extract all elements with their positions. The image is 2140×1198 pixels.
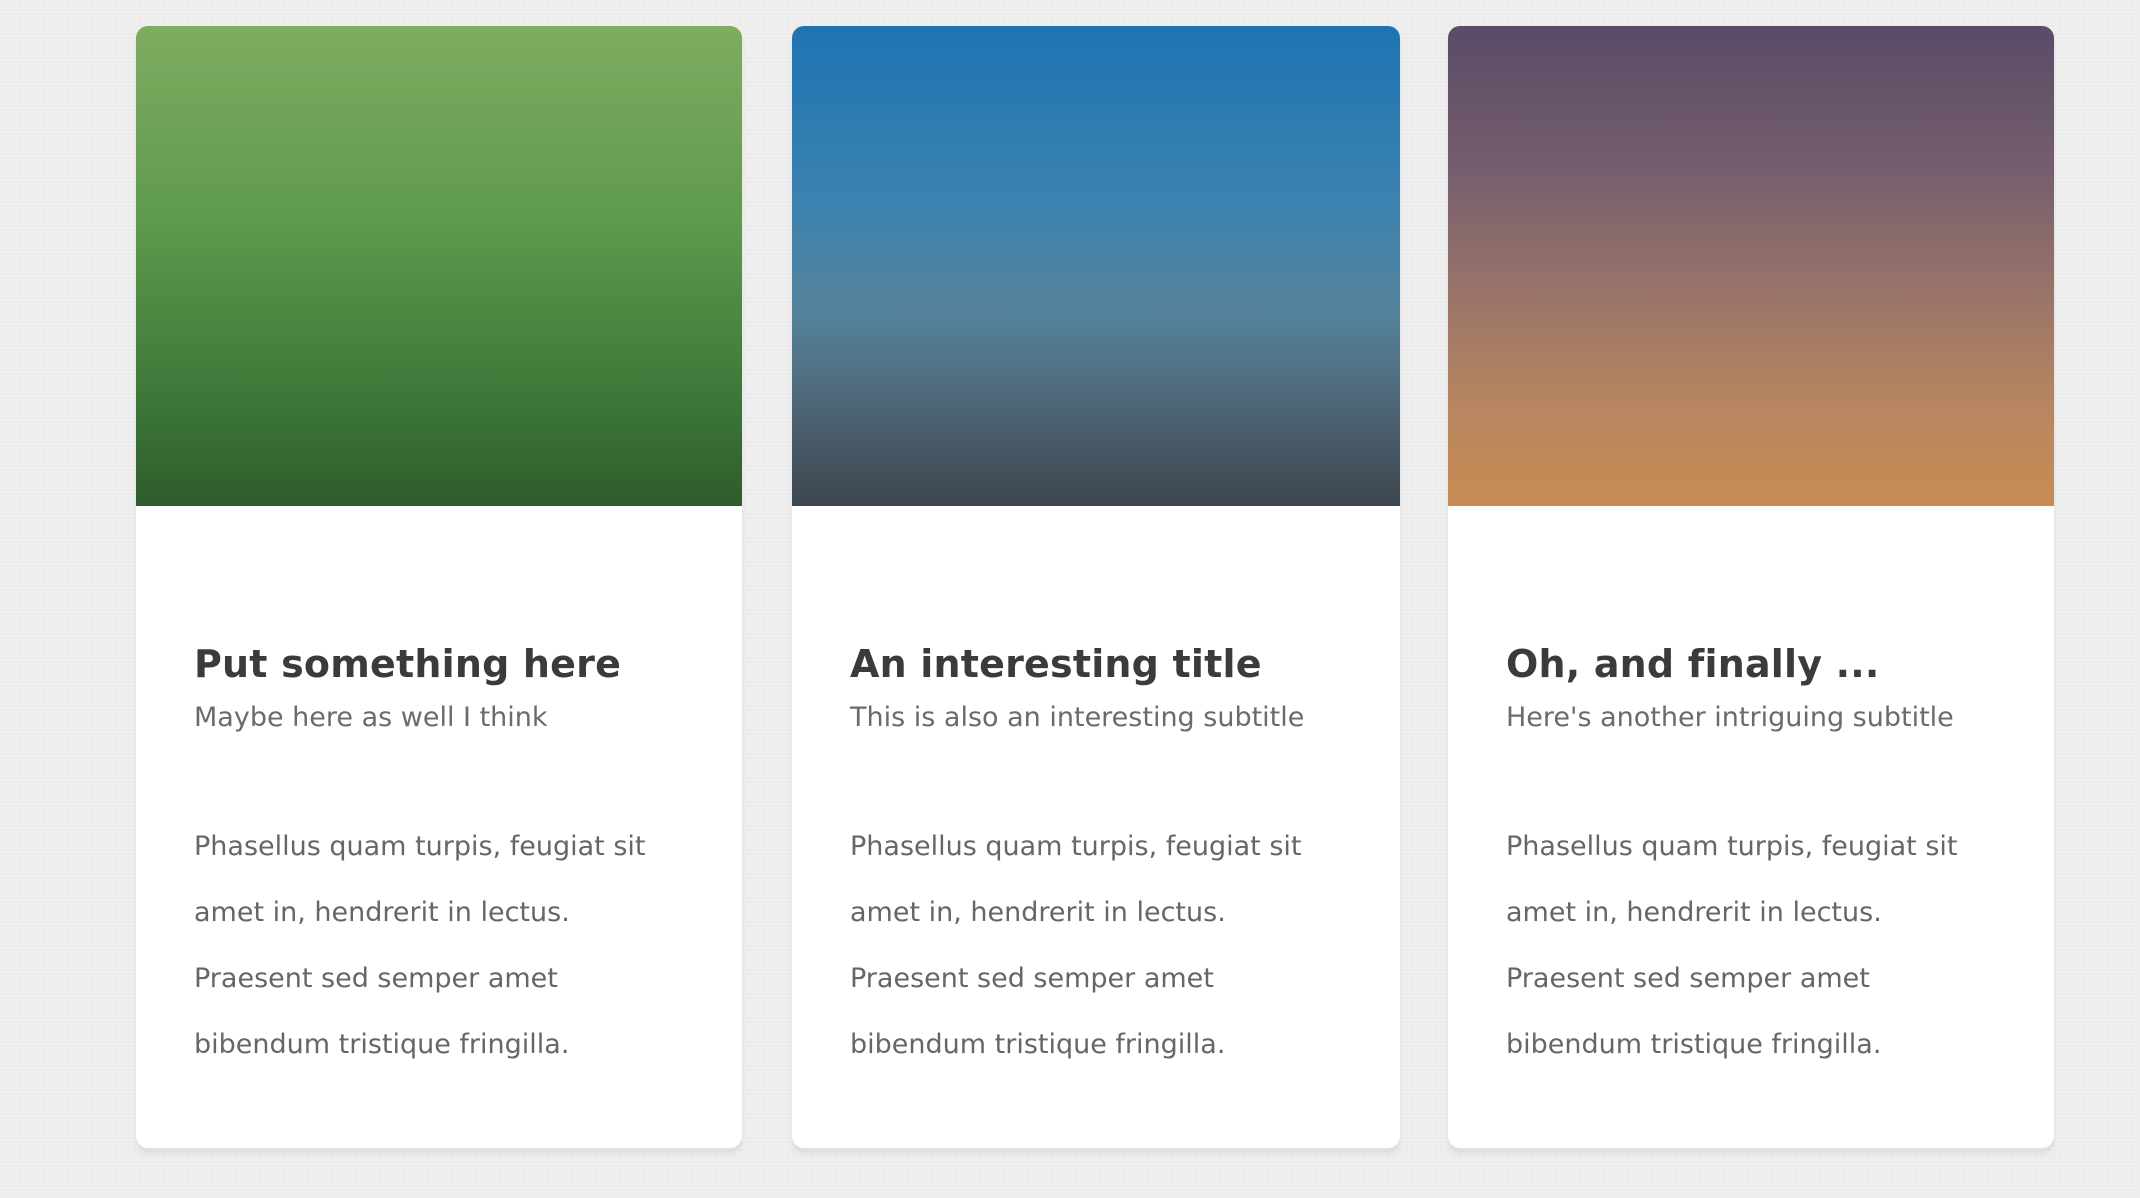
card-body: An interesting title This is also an int… — [792, 506, 1400, 1078]
card-image — [792, 26, 1400, 506]
card-text: Phasellus quam turpis, feugiat sit amet … — [850, 831, 1302, 1060]
card-grid: Put something here Maybe here as well I … — [136, 26, 2056, 1150]
card-subtitle: Here's another intriguing subtitle — [1506, 702, 1954, 733]
card-3[interactable]: Oh, and finally ... Here's another intri… — [1448, 26, 2054, 1148]
card-text: Phasellus quam turpis, feugiat sit amet … — [1506, 831, 1958, 1060]
card-2[interactable]: An interesting title This is also an int… — [792, 26, 1400, 1148]
card-body: Put something here Maybe here as well I … — [136, 506, 742, 1078]
card-image — [136, 26, 742, 506]
card-text: Phasellus quam turpis, feugiat sit amet … — [194, 831, 646, 1060]
card-title: Put something here — [194, 642, 622, 686]
card-title: Oh, and finally ... — [1506, 642, 1880, 686]
card-1[interactable]: Put something here Maybe here as well I … — [136, 26, 742, 1148]
card-body: Oh, and finally ... Here's another intri… — [1448, 506, 2054, 1078]
card-title: An interesting title — [850, 642, 1262, 686]
card-image — [1448, 26, 2054, 506]
card-subtitle: Maybe here as well I think — [194, 702, 548, 733]
card-subtitle: This is also an interesting subtitle — [850, 702, 1305, 733]
